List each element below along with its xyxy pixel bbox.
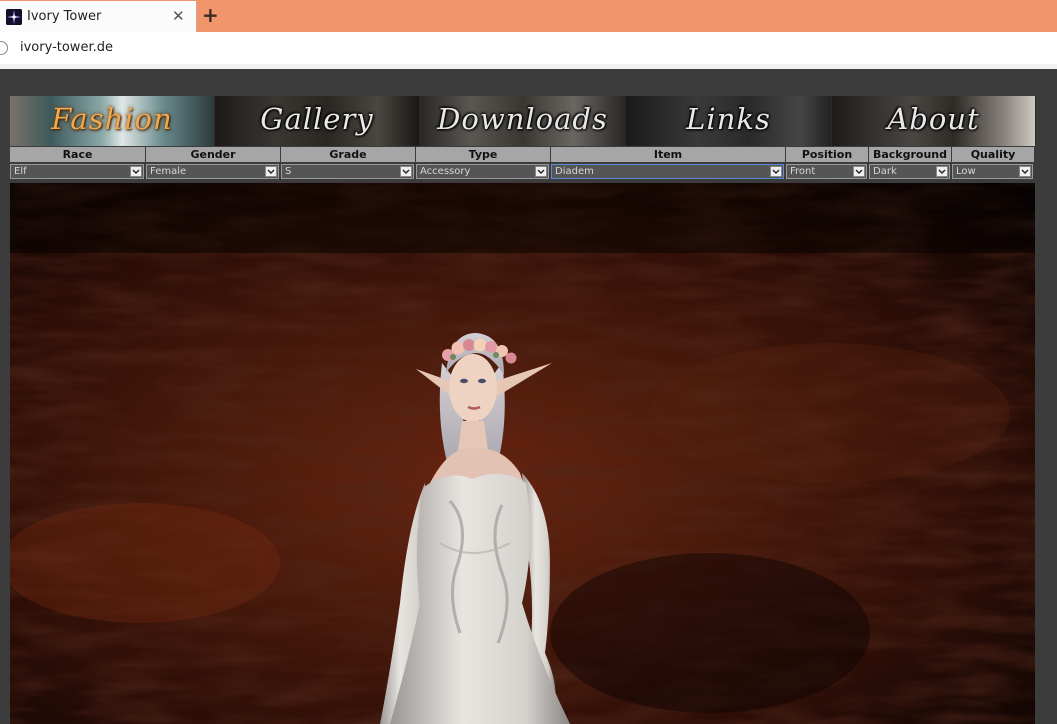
filter-quality-select[interactable]: Low [952, 164, 1033, 179]
character-preview-image [10, 183, 1035, 724]
filter-background-header: Background [869, 147, 952, 162]
filter-gender-select[interactable]: Female [146, 164, 279, 179]
filter-quality: Quality Low [952, 147, 1035, 181]
nav-button-label: Fashion [51, 102, 173, 136]
chevron-down-icon[interactable] [265, 166, 277, 177]
nav-about-button[interactable]: About [832, 96, 1036, 146]
filter-race-select[interactable]: Elf [10, 164, 144, 179]
filter-item-select[interactable]: Diadem [551, 164, 784, 179]
elf-diadem-render [10, 183, 1035, 724]
filter-type-header: Type [416, 147, 551, 162]
main-navigation: Fashion Gallery Downloads Links About [10, 96, 1036, 146]
nav-fashion-button[interactable]: Fashion [10, 96, 215, 146]
filter-gender-header: Gender [146, 147, 281, 162]
filter-item-header: Item [551, 147, 786, 162]
address-bar[interactable]: ivory-tower.de [0, 32, 1057, 65]
chevron-down-icon[interactable] [936, 166, 948, 177]
filter-race: Race Elf [10, 147, 146, 181]
nav-links-button[interactable]: Links [626, 96, 832, 146]
site-favicon-icon [6, 9, 22, 25]
filter-type: Type Accessory [416, 147, 551, 181]
browser-tab[interactable]: Ivory Tower ✕ [0, 1, 197, 32]
nav-button-label: Links [686, 102, 771, 136]
filter-race-value: Elf [14, 166, 27, 177]
chevron-down-icon[interactable] [535, 166, 547, 177]
filter-background-select[interactable]: Dark [869, 164, 950, 179]
chevron-down-icon[interactable] [130, 166, 142, 177]
filter-grade-value: S [285, 166, 292, 177]
site-info-icon[interactable] [0, 41, 8, 55]
tab-title: Ivory Tower [27, 9, 102, 24]
filter-race-header: Race [10, 147, 146, 162]
filter-bar: Race Elf Gender Female Grade S Type Accessory It… [10, 147, 1035, 181]
filter-type-value: Accessory [420, 166, 471, 177]
chevron-down-icon[interactable] [1019, 166, 1031, 177]
filter-position: Position Front [786, 147, 869, 181]
filter-type-select[interactable]: Accessory [416, 164, 549, 179]
nav-button-label: About [887, 102, 980, 136]
filter-item: Item Diadem [551, 147, 786, 181]
filter-gender-value: Female [150, 166, 187, 177]
filter-grade-header: Grade [281, 147, 416, 162]
browser-titlebar: Ivory Tower ✕ + [0, 0, 1057, 32]
chevron-down-icon[interactable] [853, 166, 865, 177]
toolbar-divider [0, 64, 1057, 69]
close-tab-icon[interactable]: ✕ [172, 7, 185, 25]
url-text[interactable]: ivory-tower.de [20, 40, 113, 55]
nav-downloads-button[interactable]: Downloads [420, 96, 626, 146]
filter-quality-header: Quality [952, 147, 1035, 162]
nav-button-label: Downloads [437, 102, 608, 136]
filter-position-header: Position [786, 147, 869, 162]
filter-position-select[interactable]: Front [786, 164, 867, 179]
nav-gallery-button[interactable]: Gallery [215, 96, 420, 146]
filter-grade-select[interactable]: S [281, 164, 414, 179]
chevron-down-icon[interactable] [770, 166, 782, 177]
filter-grade: Grade S [281, 147, 416, 181]
new-tab-button[interactable]: + [202, 3, 219, 27]
filter-gender: Gender Female [146, 147, 281, 181]
chevron-down-icon[interactable] [400, 166, 412, 177]
filter-item-value: Diadem [555, 166, 594, 177]
filter-quality-value: Low [956, 166, 976, 177]
filter-background-value: Dark [873, 166, 897, 177]
filter-position-value: Front [790, 166, 816, 177]
filter-background: Background Dark [869, 147, 952, 181]
nav-button-label: Gallery [260, 102, 374, 136]
